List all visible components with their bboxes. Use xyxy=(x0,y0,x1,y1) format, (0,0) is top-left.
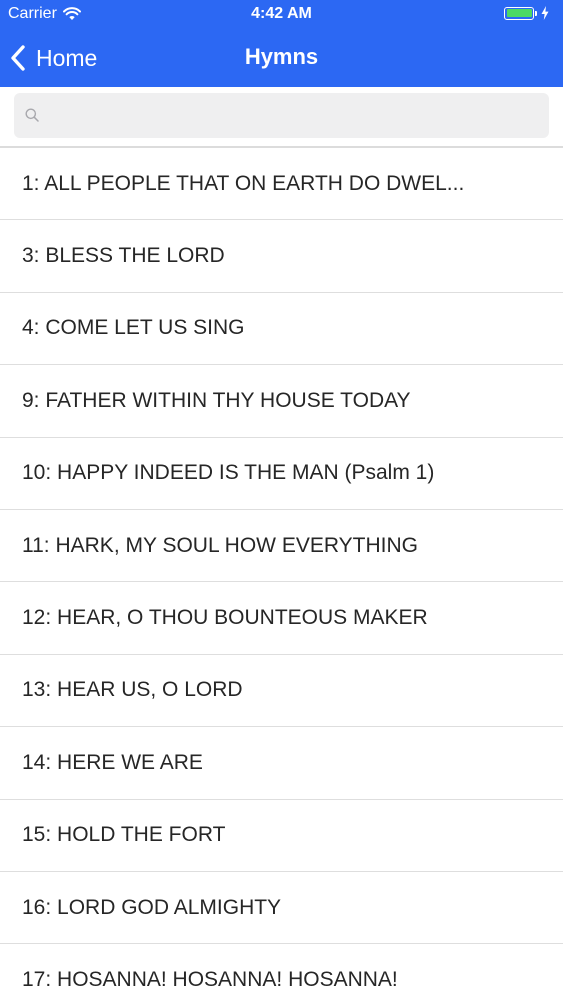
battery-tip xyxy=(535,10,537,16)
hymn-title: 16: LORD GOD ALMIGHTY xyxy=(22,895,282,919)
search-input[interactable] xyxy=(48,101,542,132)
battery-icon xyxy=(504,6,534,20)
status-bar: Carrier 4:42 AM xyxy=(0,0,563,28)
hymn-title: 17: HOSANNA! HOSANNA! HOSANNA! xyxy=(22,967,398,991)
list-item[interactable]: 1: ALL PEOPLE THAT ON EARTH DO DWEL... xyxy=(0,148,563,221)
hymn-title: 11: HARK, MY SOUL HOW EVERYTHING xyxy=(22,533,418,557)
hymn-title: 4: COME LET US SING xyxy=(22,316,245,340)
list-item[interactable]: 12: HEAR, O THOU BOUNTEOUS MAKER xyxy=(0,582,563,655)
hymn-title: 9: FATHER WITHIN THY HOUSE TODAY xyxy=(22,388,411,412)
list-item[interactable]: 16: LORD GOD ALMIGHTY xyxy=(0,872,563,945)
list-item[interactable]: 11: HARK, MY SOUL HOW EVERYTHING xyxy=(0,510,563,583)
battery-level xyxy=(506,9,532,17)
hymn-list: 1: ALL PEOPLE THAT ON EARTH DO DWEL... 3:… xyxy=(0,148,563,1000)
search-icon xyxy=(25,108,39,122)
hymn-title: 14: HERE WE ARE xyxy=(22,750,203,774)
hymn-title: 1: ALL PEOPLE THAT ON EARTH DO DWEL... xyxy=(22,171,465,195)
list-item[interactable]: 4: COME LET US SING xyxy=(0,293,563,366)
list-item[interactable]: 14: HERE WE ARE xyxy=(0,727,563,800)
navigation-bar: Home Hymns xyxy=(0,30,563,86)
list-item[interactable]: 10: HAPPY INDEED IS THE MAN (Psalm 1) xyxy=(0,438,563,510)
hymn-title: 15: HOLD THE FORT xyxy=(22,823,226,847)
list-item[interactable]: 15: HOLD THE FORT xyxy=(0,800,563,872)
app-screen: Carrier 4:42 AM Home Hymns 1: ALL PEOPLE… xyxy=(0,0,563,1000)
list-item[interactable]: 9: FATHER WITHIN THY HOUSE TODAY xyxy=(0,365,563,438)
header: Carrier 4:42 AM Home Hymns xyxy=(0,0,563,87)
search-field[interactable] xyxy=(14,93,549,138)
battery-indicator xyxy=(504,6,549,20)
status-time: 4:42 AM xyxy=(251,5,312,22)
list-item[interactable]: 13: HEAR US, O LORD xyxy=(0,655,563,728)
list-item[interactable]: 17: HOSANNA! HOSANNA! HOSANNA! xyxy=(0,944,563,1000)
hymn-title: 10: HAPPY INDEED IS THE MAN (Psalm 1) xyxy=(22,461,435,485)
charging-bolt-icon xyxy=(541,6,549,20)
hymn-title: 12: HEAR, O THOU BOUNTEOUS MAKER xyxy=(22,606,428,630)
page-title: Hymns xyxy=(244,44,319,69)
search-bar xyxy=(0,87,563,148)
list-item[interactable]: 3: BLESS THE LORD xyxy=(0,220,563,293)
hymn-title: 3: BLESS THE LORD xyxy=(22,244,225,268)
hymn-title: 13: HEAR US, O LORD xyxy=(22,678,243,702)
